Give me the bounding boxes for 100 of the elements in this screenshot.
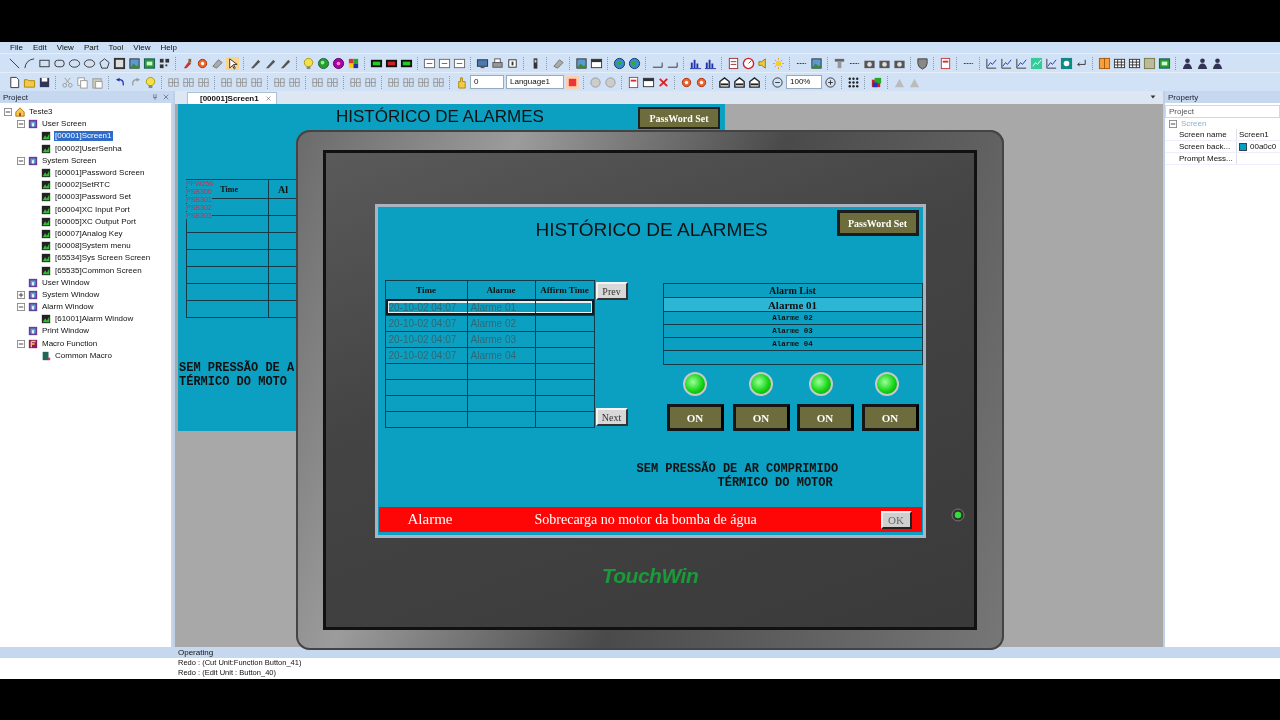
tree-item[interactable]: [60001]Password Screen (54, 168, 146, 179)
tree-item[interactable]: System Screen (41, 155, 98, 166)
bulb-icon[interactable] (144, 75, 157, 89)
menu-item[interactable]: View (133, 42, 151, 53)
user-icon[interactable] (1196, 56, 1209, 70)
target-icon[interactable] (332, 56, 345, 70)
menu-item[interactable]: View (56, 42, 74, 53)
user-icon[interactable] (1181, 56, 1194, 70)
object-selector[interactable]: Project (1165, 105, 1280, 118)
house-outline-icon[interactable] (748, 75, 761, 89)
tree-item[interactable]: System Window (41, 289, 101, 300)
color-swatch[interactable] (1239, 142, 1247, 151)
ok-button[interactable]: OK (880, 510, 912, 529)
picture-icon[interactable] (575, 56, 588, 70)
window-icon[interactable] (642, 75, 655, 89)
expander-icon[interactable] (17, 290, 25, 299)
tree-item[interactable]: User Window (41, 277, 91, 288)
tree-item[interactable]: Alarm Window (41, 302, 95, 313)
alarm-list-item[interactable]: Alarme 01 (663, 297, 922, 311)
tree-item[interactable]: [60003]Password Set (54, 192, 133, 203)
image-block-icon[interactable] (1158, 56, 1171, 70)
line-icon[interactable] (8, 56, 21, 70)
tree-item[interactable]: Print Window (41, 326, 91, 337)
on-button[interactable]: ON (732, 404, 790, 431)
printer-icon[interactable] (491, 56, 504, 70)
bulb-icon[interactable] (302, 56, 315, 70)
flag-icon[interactable] (347, 56, 360, 70)
input-box-icon[interactable] (423, 56, 436, 70)
zoom-dropdown[interactable]: 100% (786, 75, 822, 89)
brush-icon[interactable] (181, 56, 194, 70)
menu-item[interactable]: Tool (108, 42, 124, 53)
pin-icon[interactable] (151, 93, 159, 101)
save-icon[interactable] (38, 75, 51, 89)
caret-icon[interactable] (1149, 93, 1157, 101)
curve-icon[interactable] (23, 56, 36, 70)
document-icon[interactable] (627, 75, 640, 89)
input-box-icon[interactable] (438, 56, 451, 70)
menu-item[interactable]: Help (160, 42, 177, 53)
stand-icon[interactable] (833, 56, 846, 70)
expander-icon[interactable] (17, 156, 25, 165)
frame-icon[interactable] (113, 56, 126, 70)
gauge-icon[interactable] (742, 56, 755, 70)
close-icon[interactable] (162, 93, 170, 101)
tree-item[interactable]: [60005]XC Output Port (54, 216, 137, 227)
password-button[interactable]: PassWord Set (638, 107, 720, 129)
shield-icon[interactable] (916, 56, 929, 70)
menu-item[interactable]: Part (83, 42, 99, 53)
password-button[interactable]: PassWord Set (836, 210, 919, 236)
line-chart-icon[interactable] (1015, 56, 1028, 70)
table-icon[interactable] (1128, 56, 1141, 70)
tree-item[interactable]: Teste3 (28, 107, 54, 118)
page-spin-field[interactable]: 0 (470, 75, 504, 89)
on-button[interactable]: ON (861, 404, 919, 431)
ring-square-icon[interactable] (1060, 56, 1073, 70)
ellipse-icon[interactable] (83, 56, 96, 70)
table-icon[interactable] (1113, 56, 1126, 70)
eraser-icon[interactable] (552, 56, 565, 70)
clipboard-icon[interactable] (91, 75, 104, 89)
expander-icon[interactable] (4, 108, 12, 117)
document-icon[interactable] (939, 56, 952, 70)
tree-item[interactable]: Macro Function (41, 338, 99, 349)
tree-item[interactable]: [00002]UserSenha (54, 143, 123, 154)
split-icon[interactable] (1098, 56, 1111, 70)
language-dropdown[interactable]: Language1 (506, 75, 564, 89)
input-box-icon[interactable] (453, 56, 466, 70)
user-icon[interactable] (1211, 56, 1224, 70)
tree-item[interactable]: [60002]SetRTC (54, 180, 111, 191)
property-value[interactable]: 00a0c0 (1250, 142, 1277, 151)
picture-icon[interactable] (810, 56, 823, 70)
prev-button[interactable]: Prev (595, 282, 628, 300)
picture-icon[interactable] (128, 56, 141, 70)
house-outline-icon[interactable] (733, 75, 746, 89)
line-chart-icon[interactable] (985, 56, 998, 70)
dots-grid-icon[interactable] (847, 75, 860, 89)
next-button[interactable]: Next (595, 408, 628, 426)
monitor-icon[interactable] (476, 56, 489, 70)
tree-item[interactable]: [65534]Sys Screen Screen (54, 253, 152, 264)
document-tab[interactable]: [00001]Screen1 (187, 92, 277, 104)
expander-icon[interactable] (17, 339, 25, 348)
globe-icon[interactable] (613, 56, 626, 70)
expander-icon[interactable] (1169, 119, 1177, 128)
square-icon[interactable] (566, 75, 579, 89)
image-block-icon[interactable] (143, 56, 156, 70)
tree-item[interactable]: User Screen (41, 119, 88, 130)
grid-icon[interactable] (158, 56, 171, 70)
tree-item[interactable]: [60008]System menu (54, 241, 132, 252)
tree-item[interactable]: [60007]Analog Key (54, 228, 124, 239)
on-button[interactable]: ON (666, 404, 724, 431)
expander-icon[interactable] (17, 120, 25, 129)
pointer-icon[interactable] (226, 56, 239, 70)
menu-item[interactable]: Edit (32, 42, 47, 53)
round-button-icon[interactable] (317, 56, 330, 70)
zoom-in-icon[interactable] (824, 75, 837, 89)
sheet-icon[interactable] (727, 56, 740, 70)
key-icon[interactable] (506, 56, 519, 70)
house-outline-icon[interactable] (718, 75, 731, 89)
zoom-out-icon[interactable] (771, 75, 784, 89)
close-icon[interactable] (264, 95, 272, 102)
line-chart-icon[interactable] (1000, 56, 1013, 70)
line-chart-icon[interactable] (1045, 56, 1058, 70)
